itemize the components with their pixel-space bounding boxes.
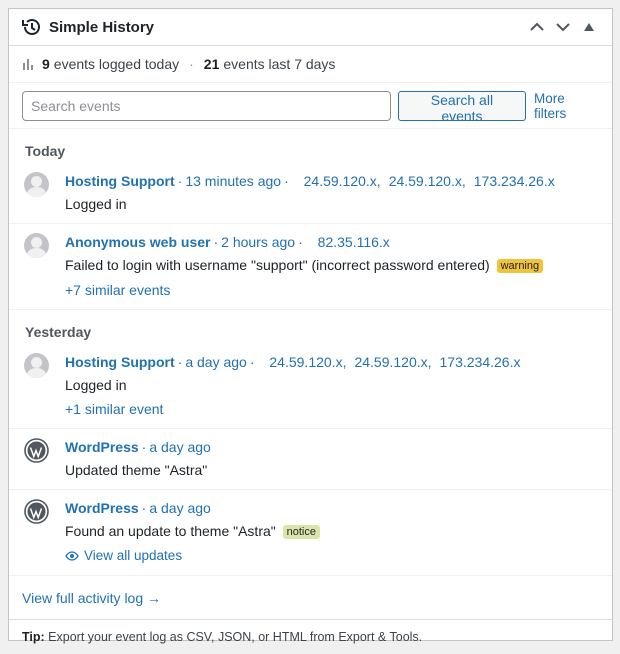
wordpress-logo-icon — [24, 499, 49, 524]
simple-history-widget: Simple History 9 events logged today · 2… — [8, 8, 613, 644]
event-time-link[interactable]: 2 hours ago — [221, 234, 295, 250]
event-item: Hosting Support · a day ago · 24.59.120.x, 2… — [9, 344, 612, 429]
event-user-link[interactable]: Hosting Support — [65, 173, 175, 189]
event-ip[interactable]: 173.234.26.x — [474, 173, 555, 189]
event-time-link[interactable]: 13 minutes ago — [185, 173, 281, 189]
week-label: events last 7 days — [223, 56, 336, 72]
event-ip[interactable]: 24.59.120.x — [269, 354, 342, 370]
warning-badge: warning — [496, 259, 544, 273]
triangle-up-icon — [584, 23, 594, 31]
group-label-yesterday: Yesterday — [25, 324, 92, 340]
event-user-link[interactable]: Hosting Support — [65, 354, 175, 370]
event-ip[interactable]: 173.234.26.x — [440, 354, 521, 370]
move-down-button[interactable] — [550, 14, 576, 40]
event-ip[interactable]: 24.59.120.x — [304, 173, 377, 189]
similar-events-link[interactable]: +7 similar events — [65, 279, 612, 301]
event-message: Found an update to theme "Astra" — [65, 523, 276, 539]
event-message: Logged in — [65, 196, 127, 212]
tip-label: Tip: — [22, 630, 45, 644]
view-all-updates-link[interactable]: View all updates — [65, 545, 182, 567]
avatar — [24, 172, 49, 197]
tip-body: Export your event log as CSV, JSON, or H… — [48, 630, 423, 644]
event-item: Hosting Support · 13 minutes ago · 24.59.12… — [9, 163, 612, 224]
search-row: Search all events More filters — [9, 83, 612, 129]
search-all-events-button[interactable]: Search all events — [397, 90, 527, 124]
event-user-link[interactable]: WordPress — [65, 500, 139, 516]
event-item: WordPress · a day ago Updated theme "Astra… — [9, 429, 612, 490]
notice-badge: notice — [282, 525, 320, 539]
week-count: 21 — [203, 56, 220, 72]
similar-events-link[interactable]: +1 similar event — [65, 398, 612, 420]
event-message: Updated theme "Astra" — [65, 462, 208, 478]
avatar — [24, 353, 49, 378]
bar-chart-icon — [23, 58, 33, 70]
stats-separator: · — [189, 56, 194, 72]
event-ip[interactable]: 24.59.120.x — [354, 354, 427, 370]
event-ip[interactable]: 82.35.116.x — [318, 234, 390, 250]
today-count: 9 — [42, 56, 50, 72]
event-time-link[interactable]: a day ago — [185, 354, 247, 370]
event-ip[interactable]: 24.59.120.x — [389, 173, 462, 189]
stats-bar: 9 events logged today · 21 events last 7… — [9, 46, 612, 83]
chevron-up-icon — [530, 22, 544, 31]
event-item: WordPress · a day ago Found an update to t… — [9, 490, 612, 576]
move-up-button[interactable] — [524, 14, 550, 40]
collapse-button[interactable] — [576, 14, 602, 40]
event-message: Logged in — [65, 377, 127, 393]
chevron-down-icon — [556, 23, 570, 32]
event-user-link[interactable]: WordPress — [65, 439, 139, 455]
event-user-link[interactable]: Anonymous web user — [65, 234, 210, 250]
event-item: Anonymous web user · 2 hours ago · 82.35.11… — [9, 224, 612, 310]
history-icon — [21, 16, 43, 38]
wordpress-logo-icon — [24, 438, 49, 463]
avatar — [24, 233, 49, 258]
eye-icon — [65, 551, 79, 561]
view-all-updates-label: View all updates — [84, 548, 183, 563]
today-label: events logged today — [53, 56, 180, 72]
search-input[interactable] — [22, 90, 391, 121]
widget-title: Simple History — [49, 18, 155, 36]
group-label-today: Today — [25, 143, 66, 159]
widget-header: Simple History — [9, 9, 612, 46]
event-message: Failed to login with username "support" … — [65, 257, 490, 273]
event-time-link[interactable]: a day ago — [149, 500, 211, 516]
more-filters-link[interactable]: More filters — [534, 91, 600, 121]
event-time-link[interactable]: a day ago — [149, 439, 211, 455]
view-full-activity-log-link[interactable]: View full activity log → — [9, 576, 612, 620]
